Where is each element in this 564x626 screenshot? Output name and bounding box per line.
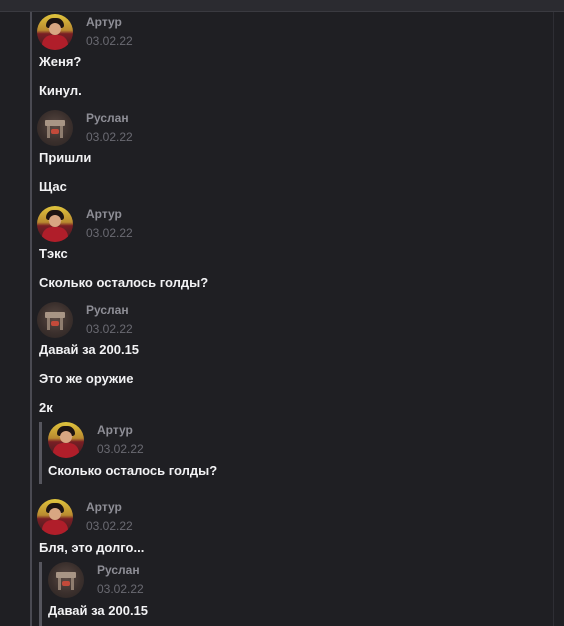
quoted-message[interactable]: Артур 03.02.22 Сколько осталось голды? [39,422,339,484]
message-text: Женя? [39,54,82,69]
quote-text: Сколько осталось голды? [48,463,218,478]
avatar [48,422,84,458]
avatar[interactable] [37,110,73,146]
author-name[interactable]: Руслан [86,111,129,125]
quoted-message[interactable]: Руслан 03.02.22 Давай за 200.15 [39,562,339,626]
quote-text: Давай за 200.15 [48,603,149,618]
message-text: Щас [39,179,67,194]
scroll-edge [553,12,554,626]
quote-bar [39,422,42,484]
message-date: 03.02.22 [86,130,133,144]
avatar [48,562,84,598]
message-date: 03.02.22 [86,226,133,240]
author-name[interactable]: Артур [86,207,122,221]
thread-line [30,12,32,626]
top-bar [0,0,564,12]
author-name[interactable]: Артур [86,500,122,514]
avatar[interactable] [37,206,73,242]
message-text: Давай за 200.15 [39,342,140,357]
message-text: Это же оружие [39,371,134,386]
message-text: Бля, это долго... [39,540,145,555]
author-name[interactable]: Артур [86,15,122,29]
message-date: 03.02.22 [86,322,133,336]
quote-author: Артур [97,423,133,437]
quote-bar [39,562,42,626]
message-date: 03.02.22 [86,34,133,48]
quote-date: 03.02.22 [97,582,144,596]
avatar[interactable] [37,14,73,50]
message-text: Тэкс [39,246,68,261]
avatar[interactable] [37,499,73,535]
chat-page: Артур 03.02.22 Женя? Кинул. Руслан 03.02… [0,0,564,626]
message-text: Сколько осталось голды? [39,275,209,290]
message-text: Кинул. [39,83,82,98]
author-name[interactable]: Руслан [86,303,129,317]
message-date: 03.02.22 [86,519,133,533]
message-text: Пришли [39,150,92,165]
quote-author: Руслан [97,563,140,577]
avatar[interactable] [37,302,73,338]
quote-date: 03.02.22 [97,442,144,456]
message-text: 2к [39,400,53,415]
